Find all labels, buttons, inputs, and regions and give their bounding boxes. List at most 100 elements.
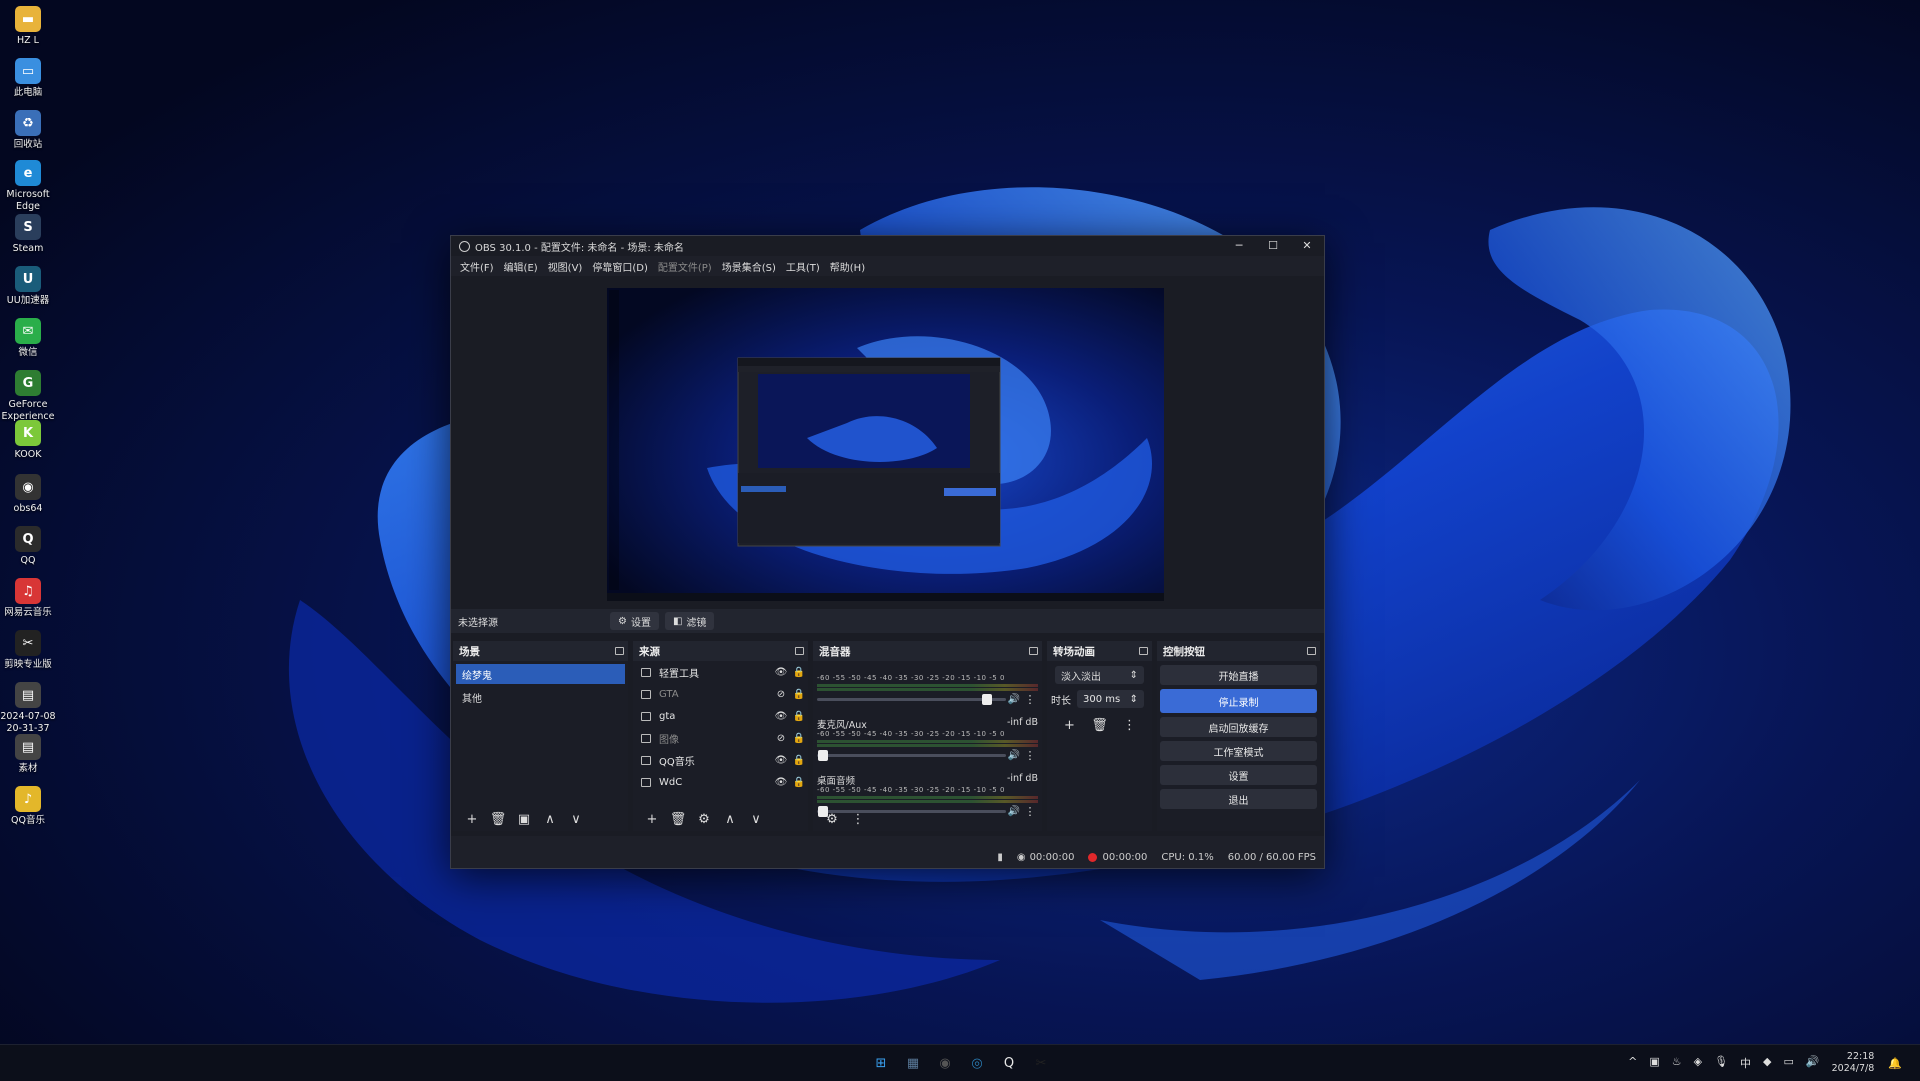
tray-icon[interactable]: 中 — [1740, 1055, 1751, 1071]
add-icon[interactable]: + — [1055, 718, 1085, 733]
desktop-icon[interactable]: ♻ 回收站 — [0, 110, 56, 151]
speaker-icon[interactable]: 🔊 — [1006, 750, 1022, 761]
close-button[interactable]: ✕ — [1290, 236, 1324, 256]
tray-icon[interactable]: ▣ — [1649, 1055, 1659, 1071]
lock-icon[interactable]: 🔒 — [790, 667, 808, 678]
source-row[interactable]: gta 👁 🔒 — [633, 705, 808, 727]
taskbar-app-icon[interactable]: ✂ — [1028, 1051, 1054, 1075]
preview-canvas[interactable] — [607, 288, 1164, 601]
slider-knob[interactable] — [817, 749, 828, 761]
gear-icon[interactable]: ⚙ — [819, 812, 845, 827]
undock-icon[interactable] — [1139, 647, 1148, 655]
eye-icon[interactable]: 👁 — [772, 777, 790, 788]
desktop-icon[interactable]: ▤ 素材 — [0, 734, 56, 775]
more-icon[interactable]: ⋮ — [1022, 693, 1038, 706]
source-filters-button[interactable]: ◧ 滤镜 — [664, 612, 715, 630]
menu-item[interactable]: 视图(V) — [548, 259, 583, 274]
desktop-icon[interactable]: U UU加速器 — [0, 266, 56, 307]
trash-icon[interactable]: 🗑 — [485, 812, 511, 827]
desktop-icon[interactable]: ♪ QQ音乐 — [0, 786, 56, 827]
desktop-icon[interactable]: ✂ 剪映专业版 — [0, 630, 56, 671]
desktop-icon[interactable]: S Steam — [0, 214, 56, 255]
move-up-icon[interactable]: ∧ — [717, 812, 743, 827]
maximize-button[interactable]: ☐ — [1256, 236, 1290, 256]
lock-icon[interactable]: 🔒 — [790, 689, 808, 700]
scene-item[interactable]: 其他 — [456, 687, 625, 707]
settings-button[interactable]: 设置 — [1160, 765, 1317, 785]
taskbar-app-icon[interactable]: Q — [996, 1051, 1022, 1075]
gear-icon[interactable]: ⚙ — [691, 812, 717, 827]
trash-icon[interactable]: 🗑 — [665, 812, 691, 827]
lock-icon[interactable]: 🔒 — [790, 755, 808, 766]
undock-icon[interactable] — [1307, 647, 1316, 655]
clock[interactable]: 22:18 2024/7/8 — [1832, 1051, 1875, 1075]
tray-icon[interactable]: ◈ — [1694, 1055, 1702, 1071]
add-icon[interactable]: + — [639, 812, 665, 827]
tray-icon[interactable]: ◆ — [1763, 1055, 1771, 1071]
eye-icon[interactable]: 👁 — [772, 711, 790, 722]
title-bar[interactable]: OBS 30.1.0 - 配置文件: 未命名 - 场景: 未命名 ─ ☐ ✕ — [451, 236, 1324, 256]
more-icon[interactable]: ⋮ — [1115, 718, 1145, 733]
taskbar-app-icon[interactable]: ◎ — [964, 1051, 990, 1075]
tray-icon[interactable]: 🔊 — [1806, 1055, 1820, 1071]
duration-input[interactable]: 300 ms ⇕ — [1077, 690, 1144, 708]
tray-icon[interactable]: ^ — [1628, 1055, 1637, 1071]
volume-slider[interactable] — [817, 693, 1006, 705]
taskbar-app-icon[interactable]: ◉ — [932, 1051, 958, 1075]
desktop-icon[interactable]: ◉ obs64 — [0, 474, 56, 515]
scene-item[interactable]: 绘梦鬼 — [456, 664, 625, 684]
eye-off-icon[interactable]: ⊘ — [772, 733, 790, 744]
lock-icon[interactable]: 🔒 — [790, 777, 808, 788]
menu-item[interactable]: 停靠窗口(D) — [592, 259, 648, 274]
start-replay-buffer-button[interactable]: 启动回放缓存 — [1160, 717, 1317, 737]
transition-select[interactable]: 淡入淡出 ⇕ — [1055, 666, 1144, 684]
desktop-icon[interactable]: ♫ 网易云音乐 — [0, 578, 56, 619]
menu-item[interactable]: 编辑(E) — [504, 259, 538, 274]
desktop-icon[interactable]: K KOOK — [0, 420, 56, 461]
tray-icon[interactable]: ▭ — [1784, 1055, 1794, 1071]
menu-item[interactable]: 帮助(H) — [830, 259, 865, 274]
menu-item[interactable]: 工具(T) — [786, 259, 820, 274]
move-down-icon[interactable]: ∨ — [563, 812, 589, 827]
source-row[interactable]: 图像 ⊘ 🔒 — [633, 727, 808, 749]
trash-icon[interactable]: 🗑 — [1085, 718, 1115, 733]
speaker-icon[interactable]: 🔊 — [1006, 694, 1022, 705]
undock-icon[interactable] — [1029, 647, 1038, 655]
desktop-icon[interactable]: G GeForce Experience — [0, 370, 56, 423]
eye-icon[interactable]: 👁 — [772, 667, 790, 678]
lock-icon[interactable]: 🔒 — [790, 733, 808, 744]
exit-button[interactable]: 退出 — [1160, 789, 1317, 809]
notification-icon[interactable]: 🔔 — [1888, 1057, 1902, 1070]
start-streaming-button[interactable]: 开始直播 — [1160, 665, 1317, 685]
move-down-icon[interactable]: ∨ — [743, 812, 769, 827]
taskbar-app-icon[interactable]: ⊞ — [868, 1051, 894, 1075]
lock-icon[interactable]: 🔒 — [790, 711, 808, 722]
move-up-icon[interactable]: ∧ — [537, 812, 563, 827]
tray-icon[interactable]: 🎙 — [1714, 1055, 1728, 1071]
desktop-icon[interactable]: e Microsoft Edge — [0, 160, 56, 213]
more-icon[interactable]: ⋮ — [845, 812, 871, 827]
menu-item[interactable]: 场景集合(S) — [722, 259, 776, 274]
minimize-button[interactable]: ─ — [1222, 236, 1256, 256]
menu-item[interactable]: 文件(F) — [460, 259, 494, 274]
desktop-icon[interactable]: Q QQ — [0, 526, 56, 567]
eye-off-icon[interactable]: ⊘ — [772, 689, 790, 700]
source-row[interactable]: QQ音乐 👁 🔒 — [633, 749, 808, 771]
desktop-icon[interactable]: ▬ HZ L — [0, 6, 56, 47]
desktop-icon[interactable]: ▭ 此电脑 — [0, 58, 56, 99]
source-row[interactable]: GTA ⊘ 🔒 — [633, 683, 808, 705]
stop-recording-button[interactable]: 停止录制 — [1160, 689, 1317, 713]
undock-icon[interactable] — [615, 647, 624, 655]
undock-icon[interactable] — [795, 647, 804, 655]
tray-icon[interactable]: ♨ — [1672, 1055, 1682, 1071]
filter-icon[interactable]: ▣ — [511, 812, 537, 827]
studio-mode-button[interactable]: 工作室模式 — [1160, 741, 1317, 761]
desktop-icon[interactable]: ✉ 微信 — [0, 318, 56, 359]
slider-knob[interactable] — [982, 693, 993, 705]
source-row[interactable]: WdC 👁 🔒 — [633, 771, 808, 793]
add-icon[interactable]: + — [459, 812, 485, 827]
source-settings-button[interactable]: ⚙ 设置 — [610, 612, 659, 630]
menu-item[interactable]: 配置文件(P) — [658, 259, 712, 274]
source-row[interactable]: 轻置工具 👁 🔒 — [633, 661, 808, 683]
taskbar-app-icon[interactable]: ▦ — [900, 1051, 926, 1075]
